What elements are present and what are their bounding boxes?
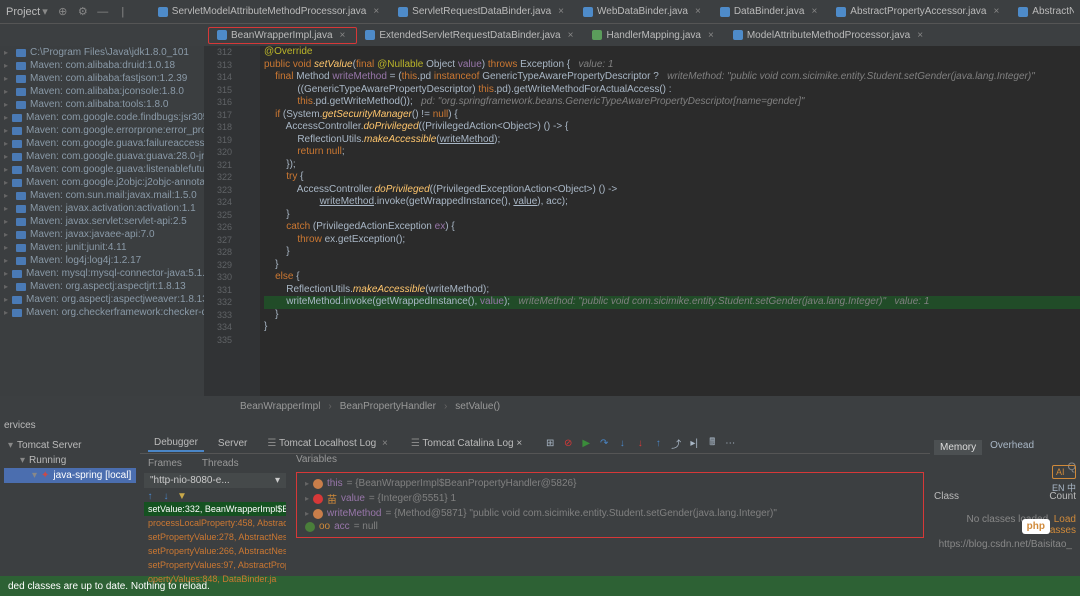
project-view-label[interactable]: Project bbox=[6, 6, 40, 18]
editor-tab[interactable]: DataBinder.java× bbox=[712, 4, 828, 19]
arrow-down-icon[interactable]: ↓ bbox=[160, 490, 172, 502]
breadcrumb-item[interactable]: BeanPropertyHandler bbox=[340, 401, 436, 412]
variable-item[interactable]: ▸this = {BeanWrapperImpl$BeanPropertyHan… bbox=[301, 477, 919, 490]
breadcrumb-item[interactable]: BeanWrapperImpl bbox=[240, 401, 320, 412]
resume-icon[interactable]: ▶ bbox=[580, 438, 592, 450]
project-tree-item[interactable]: ▸Maven: org.checkerframework:checker-qua… bbox=[0, 306, 204, 319]
project-tree-item[interactable]: ▸Maven: com.alibaba:tools:1.8.0 bbox=[0, 98, 204, 111]
code-editor[interactable]: 3123133143153163173183193203213223233243… bbox=[204, 46, 1080, 396]
variables-label: Variables bbox=[296, 454, 337, 465]
editor-tab[interactable]: ServletModelAttributeMethodProcessor.jav… bbox=[150, 4, 390, 19]
project-tree-item[interactable]: ▸Maven: javax:javaee-api:7.0 bbox=[0, 228, 204, 241]
evaluate-icon[interactable]: 🖩 bbox=[706, 438, 718, 450]
filter-icon[interactable]: ▼ bbox=[176, 490, 188, 502]
project-tree-item[interactable]: ▸Maven: org.aspectj:aspectjweaver:1.8.13 bbox=[0, 293, 204, 306]
project-tree-item[interactable]: ▸Maven: com.google.j2objc:j2objc-annotat… bbox=[0, 176, 204, 189]
project-tree-item[interactable]: ▸Maven: com.alibaba:jconsole:1.8.0 bbox=[0, 85, 204, 98]
stack-frame-item[interactable]: processLocalProperty:458, AbstractNest bbox=[144, 516, 286, 530]
arrow-up-icon[interactable]: ↑ bbox=[144, 490, 156, 502]
force-step-into-icon[interactable]: ↓ bbox=[634, 438, 646, 450]
overhead-tab[interactable]: Overhead bbox=[990, 440, 1034, 455]
close-icon[interactable]: × bbox=[370, 6, 382, 17]
close-icon[interactable]: × bbox=[692, 6, 704, 17]
project-tree-item[interactable]: ▸Maven: mysql:mysql-connector-java:5.1.4… bbox=[0, 267, 204, 280]
close-icon[interactable]: × bbox=[337, 30, 349, 41]
stop-icon[interactable]: ⊘ bbox=[562, 438, 574, 450]
project-tree-item[interactable]: ▸Maven: com.alibaba:fastjson:1.2.39 bbox=[0, 72, 204, 85]
php-badge: php bbox=[1022, 519, 1050, 534]
stack-frame-item[interactable]: setPropertyValue:266, AbstractNestable bbox=[144, 544, 286, 558]
run-to-cursor-icon[interactable]: ▸| bbox=[688, 438, 700, 450]
editor-tab[interactable]: AbstractNestablePropertyAccessor...× bbox=[1010, 4, 1074, 19]
step-out-icon[interactable]: ↑ bbox=[652, 438, 664, 450]
tomcat-catalina-log-tab[interactable]: ☰ Tomcat Catalina Log × bbox=[405, 436, 528, 451]
breadcrumb-item[interactable]: setValue() bbox=[455, 401, 500, 412]
close-icon[interactable]: × bbox=[990, 6, 1002, 17]
ai-badge: AI bbox=[1052, 465, 1076, 479]
project-tree-item[interactable]: ▸Maven: javax.activation:activation:1.1 bbox=[0, 202, 204, 215]
frames-label: Frames bbox=[148, 458, 182, 469]
watermark-text: https://blog.csdn.net/Baisitao_ bbox=[939, 539, 1072, 550]
project-tree-item[interactable]: ▸Maven: javax.servlet:servlet-api:2.5 bbox=[0, 215, 204, 228]
close-icon[interactable]: × bbox=[705, 30, 717, 41]
debug-tree-item[interactable]: ▾ ✦ java-spring [local] bbox=[4, 468, 136, 483]
settings-icon[interactable]: ⊞ bbox=[544, 438, 556, 450]
thread-selector-dropdown[interactable]: "http-nio-8080-e...▾ bbox=[144, 473, 286, 488]
class-column-header: Class bbox=[934, 491, 959, 502]
lang-en-badge: EN 中 bbox=[1052, 481, 1076, 494]
editor-tab[interactable]: WebDataBinder.java× bbox=[575, 4, 712, 19]
target-icon[interactable]: ⊕ bbox=[56, 5, 70, 19]
close-icon[interactable]: × bbox=[808, 6, 820, 17]
stack-frame-item[interactable]: setValue:332, BeanWrapperImpl$Bean bbox=[144, 502, 286, 516]
stack-frame-item[interactable]: setPropertyValues:97, AbstractProperty bbox=[144, 558, 286, 572]
threads-label: Threads bbox=[202, 458, 239, 469]
step-over-icon[interactable]: ↷ bbox=[598, 438, 610, 450]
server-tab[interactable]: Server bbox=[212, 436, 253, 451]
variable-item[interactable]: ▸writeMethod = {Method@5871} "public voi… bbox=[301, 507, 919, 520]
memory-tab[interactable]: Memory bbox=[934, 440, 982, 455]
editor-tab[interactable]: AbstractPropertyAccessor.java× bbox=[828, 4, 1010, 19]
collapse-icon[interactable]: — bbox=[96, 5, 110, 19]
project-tree-item[interactable]: ▸Maven: com.google.errorprone:error_pron… bbox=[0, 124, 204, 137]
editor-tab[interactable]: ServletRequestDataBinder.java× bbox=[390, 4, 575, 19]
divider-icon: | bbox=[116, 5, 130, 19]
project-tree-item[interactable]: ▸Maven: com.google.guava:guava:28.0-jre bbox=[0, 150, 204, 163]
editor-tab[interactable]: HandlerMapping.java× bbox=[584, 28, 724, 43]
debugger-tab[interactable]: Debugger bbox=[148, 435, 204, 452]
tomcat-localhost-log-tab[interactable]: ☰ Tomcat Localhost Log × bbox=[261, 436, 396, 451]
project-tree-item[interactable]: ▸Maven: com.google.guava:listenablefutur… bbox=[0, 163, 204, 176]
variable-item[interactable]: ▸苗 value = {Integer@5551} 1 bbox=[301, 490, 919, 507]
drop-frame-icon[interactable]: ⤴ bbox=[670, 438, 682, 450]
gear-icon[interactable]: ⚙ bbox=[76, 5, 90, 19]
close-icon[interactable]: × bbox=[379, 438, 391, 449]
stack-frame-item[interactable]: setPropertyValue:278, AbstractNestable bbox=[144, 530, 286, 544]
project-tree-item[interactable]: ▸Maven: junit:junit:4.11 bbox=[0, 241, 204, 254]
variable-item[interactable]: oo acc = null bbox=[301, 520, 919, 533]
breadcrumb[interactable]: BeanWrapperImpl›BeanPropertyHandler›setV… bbox=[0, 396, 1080, 416]
project-tree-item[interactable]: ▸Maven: org.aspectj:aspectjrt:1.8.13 bbox=[0, 280, 204, 293]
editor-tab[interactable]: ModelAttributeMethodProcessor.java× bbox=[725, 28, 934, 43]
editor-tab[interactable]: BeanWrapperImpl.java× bbox=[208, 27, 357, 44]
project-tree-item[interactable]: ▸Maven: com.google.code.findbugs:jsr305:… bbox=[0, 111, 204, 124]
project-tree-item[interactable]: ▸Maven: log4j:log4j:1.2.17 bbox=[0, 254, 204, 267]
project-tree-item[interactable]: ▸C:\Program Files\Java\jdk1.8.0_101 bbox=[0, 46, 204, 59]
more-icon[interactable]: ⋯ bbox=[724, 438, 736, 450]
project-tree-item[interactable]: ▸Maven: com.alibaba:druid:1.0.18 bbox=[0, 59, 204, 72]
services-tool-window-header[interactable]: ervices bbox=[0, 416, 1080, 434]
project-tree[interactable]: ▸C:\Program Files\Java\jdk1.8.0_101▸Mave… bbox=[0, 46, 204, 396]
editor-tab[interactable]: ExtendedServletRequestDataBinder.java× bbox=[357, 28, 584, 43]
project-tree-item[interactable]: ▸Maven: com.sun.mail:javax.mail:1.5.0 bbox=[0, 189, 204, 202]
variables-panel[interactable]: ▸this = {BeanWrapperImpl$BeanPropertyHan… bbox=[296, 472, 924, 538]
debug-tree-item[interactable]: ▾ Running bbox=[4, 453, 136, 468]
close-icon[interactable]: × bbox=[914, 30, 926, 41]
close-icon[interactable]: × bbox=[555, 6, 567, 17]
debug-tree-item[interactable]: ▾ Tomcat Server bbox=[4, 438, 136, 453]
project-tree-item[interactable]: ▸Maven: com.google.guava:failureaccess:1… bbox=[0, 137, 204, 150]
close-icon[interactable]: × bbox=[565, 30, 577, 41]
step-into-icon[interactable]: ↓ bbox=[616, 438, 628, 450]
